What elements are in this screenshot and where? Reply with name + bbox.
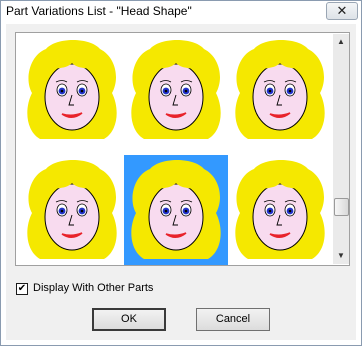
variation-cell[interactable] [20,155,124,265]
head-thumbnail [235,160,325,259]
title-bar: Part Variations List - "Head Shape" ✕ [1,1,361,23]
variation-cell[interactable] [228,155,332,265]
window-title: Part Variations List - "Head Shape" [6,4,192,18]
ok-button[interactable]: OK [92,308,166,331]
close-button[interactable]: ✕ [326,2,358,20]
variation-cell[interactable] [124,155,228,265]
cancel-button[interactable]: Cancel [196,308,270,331]
display-with-other-parts-checkbox[interactable]: ✔ [16,283,28,295]
head-thumbnail [27,160,117,259]
variation-cell[interactable] [124,35,228,145]
variations-list: ▲ ▼ [15,32,350,266]
checkmark-icon: ✔ [17,283,27,294]
variation-cell[interactable] [228,35,332,145]
head-thumbnail [235,40,325,139]
head-thumbnail [131,40,221,139]
scroll-down-icon[interactable]: ▼ [333,248,349,264]
dialog-client-area: ▲ ▼ ✔ Display With Other Parts OK Cancel [6,24,356,340]
head-thumbnail [27,40,117,139]
scrollbar-thumb[interactable] [334,198,349,216]
display-with-other-parts-label[interactable]: Display With Other Parts [33,282,153,294]
variation-cell[interactable] [20,35,124,145]
close-icon: ✕ [336,3,348,18]
scroll-up-icon[interactable]: ▲ [333,34,349,50]
vertical-scrollbar[interactable]: ▲ ▼ [333,34,349,264]
variations-grid [17,34,333,265]
part-variations-dialog: Part Variations List - "Head Shape" ✕ ▲ … [0,0,362,346]
head-thumbnail [131,160,221,259]
